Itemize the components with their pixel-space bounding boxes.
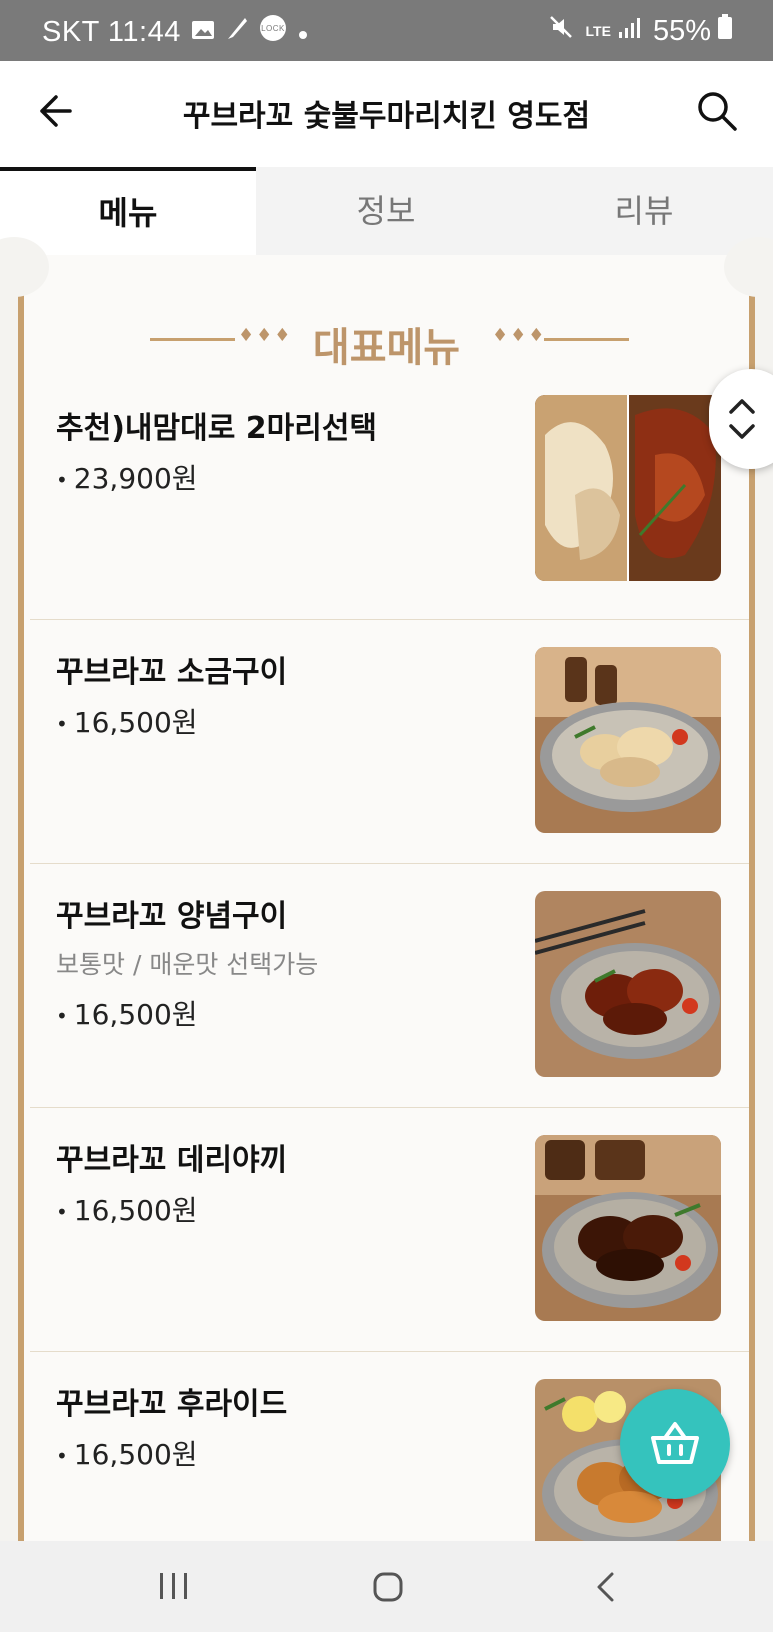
price-value: 16,500원 <box>73 998 198 1031</box>
back-arrow-icon[interactable] <box>34 91 74 131</box>
lock-app-icon: LOCK <box>259 14 287 50</box>
menu-item[interactable]: 추천)내맘대로 2마리선택 • 23,900원 <box>30 375 749 620</box>
feather-icon <box>225 15 249 49</box>
menu-item[interactable]: 꾸브라꼬 소금구이 • 16,500원 <box>30 619 749 864</box>
menu-panel: ♦♦♦ 대표메뉴 ♦♦♦ 추천)내맘대로 2마리선택 • 23,900원 꾸브라꼬… <box>0 237 773 1541</box>
price-value: 16,500원 <box>73 1194 198 1227</box>
search-icon[interactable] <box>695 89 739 133</box>
recent-apps-icon[interactable] <box>158 1571 190 1605</box>
svg-text:LOCK: LOCK <box>261 24 285 33</box>
tab-info[interactable]: 정보 <box>258 167 514 255</box>
network-label: LTE <box>585 23 611 39</box>
status-right: LTE 55% <box>548 14 733 48</box>
battery-label: 55% <box>652 14 711 47</box>
price-value: 23,900원 <box>73 462 198 495</box>
mute-icon <box>548 14 574 48</box>
signal-icon <box>617 15 641 48</box>
ornament-right-icon: ♦♦♦ <box>492 325 547 346</box>
menu-item-price: • 16,500원 <box>56 1438 198 1471</box>
section-title: 대표메뉴 <box>312 325 461 371</box>
cart-button[interactable] <box>620 1389 730 1499</box>
status-left: SKT 11:44 LOCK <box>42 14 309 50</box>
menu-item-image[interactable] <box>535 647 721 833</box>
menu-item-name: 꾸브라꼬 데리야끼 <box>56 1143 288 1178</box>
home-icon[interactable] <box>372 1571 404 1607</box>
basket-icon <box>651 1422 699 1464</box>
system-nav-bar <box>0 1541 773 1632</box>
menu-item[interactable]: 꾸브라꼬 양념구이 보통맛 / 매운맛 선택가능 • 16,500원 <box>30 863 749 1108</box>
divider-right <box>544 338 629 341</box>
tab-reviews[interactable]: 리뷰 <box>516 167 772 255</box>
menu-item-price: • 16,500원 <box>56 706 198 739</box>
tab-bar: 메뉴 정보 리뷰 <box>0 167 773 256</box>
notification-dot-icon <box>297 16 309 49</box>
menu-item-name: 추천)내맘대로 2마리선택 <box>56 411 378 446</box>
menu-item-price: • 23,900원 <box>56 462 198 495</box>
tab-menu[interactable]: 메뉴 <box>0 167 256 255</box>
chevron-up-down-icon <box>729 399 755 439</box>
battery-icon <box>717 14 733 48</box>
menu-item-image[interactable] <box>535 891 721 1077</box>
menu-item-name: 꾸브라꼬 양념구이 <box>56 899 288 934</box>
carrier-time: SKT 11:44 <box>42 15 181 48</box>
menu-item-price: • 16,500원 <box>56 998 198 1031</box>
gallery-icon <box>191 16 215 49</box>
nav-back-icon[interactable] <box>594 1571 618 1607</box>
menu-item-name: 꾸브라꼬 소금구이 <box>56 655 288 690</box>
menu-item-image[interactable] <box>535 1135 721 1321</box>
page-title: 꾸브라꼬 숯불두마리치킨 영도점 <box>182 99 591 134</box>
menu-item-name: 꾸브라꼬 후라이드 <box>56 1387 288 1422</box>
status-bar: SKT 11:44 LOCK LTE 55% <box>0 0 773 61</box>
menu-item-price: • 16,500원 <box>56 1194 198 1227</box>
price-value: 16,500원 <box>73 706 198 739</box>
menu-item-image[interactable] <box>535 395 721 581</box>
menu-item-description: 보통맛 / 매운맛 선택가능 <box>56 950 319 979</box>
menu-item[interactable]: 꾸브라꼬 데리야끼 • 16,500원 <box>30 1107 749 1352</box>
price-value: 16,500원 <box>73 1438 198 1471</box>
app-header: 꾸브라꼬 숯불두마리치킨 영도점 <box>0 61 773 167</box>
scroll-toggle-button[interactable] <box>709 369 773 469</box>
